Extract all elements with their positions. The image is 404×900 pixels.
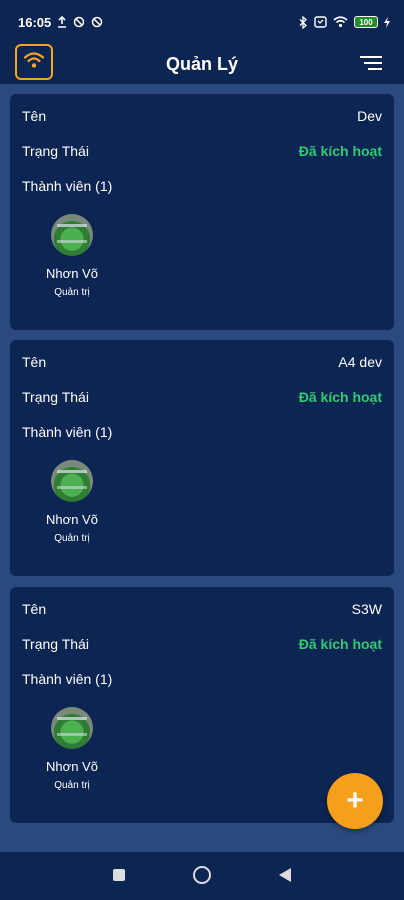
status-row: Trạng Thái Đã kích hoạt (22, 636, 382, 652)
status-label: Trạng Thái (22, 389, 89, 405)
status-bar: 16:05 100 (0, 0, 404, 44)
avatar (51, 460, 93, 502)
member-name: Nhơn Võ (46, 512, 98, 527)
charging-icon (384, 16, 390, 28)
plus-icon: + (346, 784, 364, 817)
upload-icon (57, 16, 67, 28)
name-value: Dev (357, 108, 382, 124)
wifi-button[interactable] (15, 44, 53, 80)
member-name: Nhơn Võ (46, 266, 98, 281)
group-card[interactable]: Tên A4 dev Trạng Thái Đã kích hoạt Thành… (10, 340, 394, 576)
members-label: Thành viên (1) (22, 424, 113, 440)
name-row: Tên S3W (22, 601, 382, 617)
member-item[interactable]: Nhơn Võ Quản trị (40, 707, 104, 791)
blocked-icon-2 (91, 16, 103, 28)
recents-button[interactable] (113, 869, 125, 881)
screen-cast-icon (314, 16, 327, 28)
name-label: Tên (22, 108, 47, 124)
wifi-signal-icon (333, 16, 348, 28)
group-list: Tên Dev Trạng Thái Đã kích hoạt Thành vi… (0, 84, 404, 852)
group-card[interactable]: Tên Dev Trạng Thái Đã kích hoạt Thành vi… (10, 94, 394, 330)
avatar (51, 214, 93, 256)
name-value: S3W (351, 601, 382, 617)
blocked-icon (73, 16, 85, 28)
status-value: Đã kích hoạt (298, 636, 382, 652)
members-row: Thành viên (1) (22, 671, 382, 687)
status-value: Đã kích hoạt (298, 389, 382, 405)
status-label: Trạng Thái (22, 143, 89, 159)
status-label: Trạng Thái (22, 636, 89, 652)
bluetooth-icon (299, 15, 308, 29)
wifi-icon (23, 51, 45, 74)
status-value: Đã kích hoạt (298, 143, 382, 159)
page-title: Quản Lý (165, 53, 238, 74)
name-row: Tên Dev (22, 108, 382, 124)
members-row: Thành viên (1) (22, 424, 382, 440)
status-row: Trạng Thái Đã kích hoạt (22, 143, 382, 159)
status-row: Trạng Thái Đã kích hoạt (22, 389, 382, 405)
name-label: Tên (22, 354, 47, 370)
battery-icon: 100 (354, 16, 378, 28)
name-row: Tên A4 dev (22, 354, 382, 370)
member-role: Quản trị (54, 287, 90, 298)
member-name: Nhơn Võ (46, 759, 98, 774)
members-label: Thành viên (1) (22, 178, 113, 194)
name-label: Tên (22, 601, 47, 617)
add-group-button[interactable]: + (327, 773, 383, 829)
back-button[interactable] (279, 868, 291, 882)
member-role: Quản trị (54, 780, 90, 791)
avatar (51, 707, 93, 749)
member-item[interactable]: Nhơn Võ Quản trị (40, 460, 104, 544)
members-row: Thành viên (1) (22, 178, 382, 194)
name-value: A4 dev (338, 354, 382, 370)
app-bar: Quản Lý (0, 44, 404, 84)
system-nav-bar (0, 852, 404, 900)
status-time: 16:05 (18, 14, 52, 30)
menu-lines-icon (360, 56, 382, 74)
home-button[interactable] (193, 866, 211, 884)
filter-menu-button[interactable] (360, 56, 382, 72)
member-item[interactable]: Nhơn Võ Quản trị (40, 214, 104, 298)
members-label: Thành viên (1) (22, 671, 113, 687)
member-role: Quản trị (54, 533, 90, 544)
